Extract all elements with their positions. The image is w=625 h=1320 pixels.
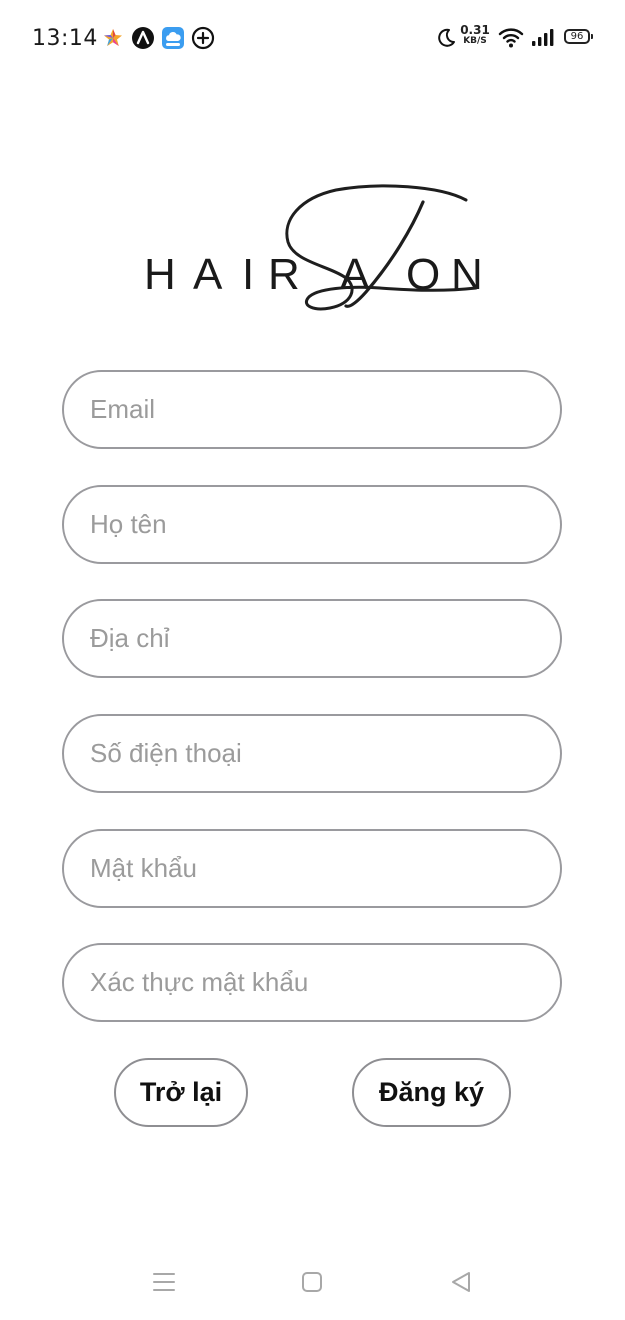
- network-speed: 0.31 KB/S: [459, 24, 491, 46]
- plus-circle-icon: [191, 26, 215, 50]
- wifi-icon: [498, 28, 524, 48]
- hair-salon-logo: H A I R A O N: [140, 180, 490, 320]
- confirm-password-field[interactable]: [62, 943, 562, 1022]
- status-bar: 13:14 0.31 KB/S 96: [0, 0, 625, 78]
- email-field[interactable]: [62, 370, 562, 449]
- phone-field[interactable]: [62, 714, 562, 793]
- full-name-input[interactable]: [90, 487, 530, 562]
- back-triangle-icon[interactable]: [449, 1270, 473, 1294]
- battery-icon: 96: [564, 29, 593, 44]
- address-input[interactable]: [90, 601, 530, 676]
- register-button[interactable]: Đăng ký: [352, 1058, 511, 1127]
- password-field[interactable]: [62, 829, 562, 908]
- back-button[interactable]: Trở lại: [114, 1058, 248, 1127]
- signal-icon: [532, 29, 554, 46]
- menu-icon[interactable]: [152, 1270, 176, 1294]
- full-name-field[interactable]: [62, 485, 562, 564]
- address-field[interactable]: [62, 599, 562, 678]
- network-speed-value: 0.31: [460, 23, 490, 37]
- confirm-password-input[interactable]: [90, 945, 530, 1020]
- blue-cloud-app-icon: [162, 27, 184, 49]
- email-input[interactable]: [90, 372, 530, 447]
- home-square-icon[interactable]: [300, 1270, 324, 1294]
- status-time: 13:14: [32, 26, 98, 51]
- password-input[interactable]: [90, 831, 530, 906]
- network-speed-unit: KB/S: [463, 36, 487, 46]
- a-circle-app-icon: [132, 27, 154, 49]
- phone-input[interactable]: [90, 716, 530, 791]
- moon-icon: [438, 28, 455, 47]
- logo-script-s-l-flourish: [285, 184, 478, 311]
- colorful-star-app-icon: [104, 29, 122, 46]
